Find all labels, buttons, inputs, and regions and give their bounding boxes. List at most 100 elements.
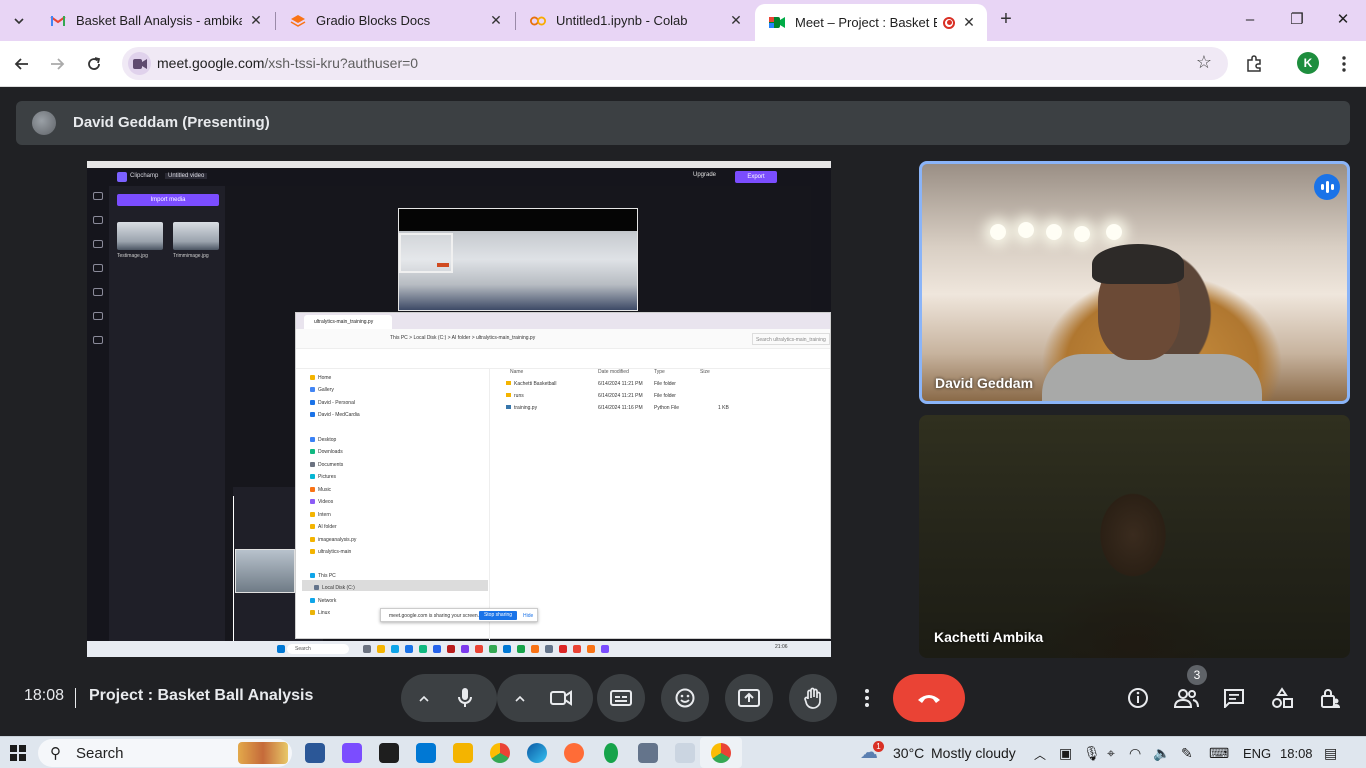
host-controls-button[interactable] — [1315, 683, 1345, 713]
reactions-button[interactable] — [661, 674, 709, 722]
explorer-tabs: ultralytics-main_training.py — [296, 313, 830, 329]
bookmark-star-icon[interactable]: ☆ — [1196, 52, 1212, 73]
close-icon[interactable]: ✕ — [728, 12, 744, 29]
edge-icon[interactable] — [527, 743, 547, 763]
language-indicator[interactable]: ENG — [1243, 746, 1271, 761]
back-button[interactable] — [9, 51, 35, 77]
close-icon[interactable]: ✕ — [248, 12, 264, 29]
address-bar[interactable]: meet.google.com/xsh-tssi-kru?authuser=0 … — [122, 47, 1228, 80]
nav-item: imageanalysis.py — [310, 537, 356, 543]
forward-button[interactable] — [44, 51, 70, 77]
chat-icon — [1224, 689, 1244, 708]
participant-count-badge: 3 — [1187, 665, 1207, 685]
clipchamp-project-name: Untitled video — [165, 173, 208, 179]
window-titlebar — [87, 161, 831, 168]
shared-taskbar-search: Search — [287, 644, 349, 654]
new-tab-button[interactable]: + — [994, 8, 1018, 32]
more-options-button[interactable] — [843, 674, 891, 722]
captions-button[interactable] — [597, 674, 645, 722]
close-window-button[interactable]: ✕ — [1323, 8, 1363, 32]
anaconda-icon[interactable] — [604, 743, 618, 763]
import-media-button: Import media — [117, 194, 219, 206]
present-screen-button[interactable] — [725, 674, 773, 722]
meeting-details-button[interactable] — [1123, 683, 1153, 713]
file-row-type: File folder — [654, 393, 676, 399]
activities-icon — [1272, 687, 1293, 708]
participant-body — [1042, 354, 1262, 401]
browser-toolbar: meet.google.com/xsh-tssi-kru?authuser=0 … — [0, 41, 1366, 87]
chrome-icon[interactable] — [711, 743, 731, 763]
terminal-icon[interactable] — [379, 743, 399, 763]
profile-avatar[interactable]: K — [1297, 52, 1319, 74]
puzzle-icon — [1247, 55, 1261, 72]
tab-meet[interactable]: Meet – Project : Basket Ball ✕ — [755, 4, 987, 41]
clipchamp-sidebar — [87, 186, 109, 646]
nav-item: Intern — [310, 512, 331, 518]
tray-chevron-up-icon[interactable]: ︿ — [1034, 746, 1046, 763]
notepad-icon[interactable] — [675, 743, 695, 763]
gallery-icon[interactable] — [638, 743, 658, 763]
column-header: Size — [700, 369, 710, 375]
taskbar-clock[interactable]: 18:08 — [1280, 746, 1313, 761]
restore-button[interactable]: ❐ — [1277, 8, 1317, 32]
tray-meet-icon[interactable]: ▣ — [1059, 745, 1072, 762]
participant-tile-kachetti[interactable]: Kachetti Ambika — [919, 415, 1350, 658]
microphone-icon[interactable]: 🎙 — [1083, 745, 1101, 762]
file-explorer-icon[interactable] — [453, 743, 473, 763]
tab-colab[interactable]: Untitled1.ipynb - Colab ✕ — [516, 4, 754, 37]
location-icon[interactable]: ⌖ — [1107, 745, 1115, 762]
windows-start-icon[interactable] — [10, 745, 26, 761]
speaking-indicator-icon — [1314, 174, 1340, 200]
close-icon[interactable]: ✕ — [488, 12, 504, 29]
file-row-date: 6/14/2024 11:21 PM — [598, 393, 643, 399]
minimize-button[interactable]: – — [1230, 8, 1270, 32]
extensions-button[interactable] — [1241, 51, 1267, 77]
keyboard-icon[interactable]: ⌨ — [1209, 745, 1229, 762]
nav-item: Desktop — [310, 437, 336, 443]
end-call-button[interactable] — [893, 674, 965, 722]
raise-hand-button[interactable] — [789, 674, 837, 722]
vscode-icon[interactable] — [416, 743, 436, 763]
ceiling-light — [1018, 222, 1034, 238]
nav-item: Network — [310, 598, 336, 604]
ceiling-light — [1046, 224, 1062, 240]
chat-button[interactable] — [1219, 683, 1249, 713]
present-screen-icon — [738, 689, 760, 707]
volume-icon[interactable]: 🔈 — [1153, 745, 1170, 762]
reload-button[interactable] — [81, 51, 107, 77]
participant-tile-david[interactable]: David Geddam — [919, 161, 1350, 404]
taskbar-search-label: Search — [76, 745, 124, 762]
postman-icon[interactable] — [564, 743, 584, 763]
timeline-clip — [235, 549, 295, 593]
weather-temp[interactable]: 30°C — [893, 745, 924, 761]
chrome-icon[interactable] — [490, 743, 510, 763]
close-icon[interactable]: ✕ — [961, 14, 977, 31]
activities-button[interactable] — [1267, 683, 1297, 713]
audio-options-button[interactable] — [412, 686, 436, 710]
tab-search-button[interactable] — [6, 8, 32, 34]
shared-screen[interactable]: Clipchamp Untitled video Upgrade Export … — [87, 161, 831, 657]
camera-button[interactable] — [537, 674, 585, 722]
notifications-icon[interactable]: ▤ — [1324, 745, 1337, 762]
tab-gmail[interactable]: Basket Ball Analysis - ambika93 ✕ — [36, 4, 274, 37]
pen-icon[interactable]: ✎ — [1181, 745, 1193, 762]
nav-item: Home — [310, 375, 331, 381]
wifi-icon[interactable]: ◠ — [1129, 745, 1141, 762]
site-info-icon[interactable] — [128, 52, 151, 75]
clipchamp-media-panel: Import media Testimage.jpg Trimmimage.jp… — [109, 186, 225, 646]
chevron-up-icon — [419, 695, 429, 702]
video-options-button[interactable] — [508, 686, 532, 710]
snipping-tool-icon[interactable] — [305, 743, 325, 763]
people-button[interactable] — [1171, 683, 1201, 713]
explorer-command-bar — [296, 349, 830, 369]
ceiling-light — [990, 224, 1006, 240]
clipchamp-icon[interactable] — [342, 743, 362, 763]
taskbar-search[interactable]: ⚲ Search — [38, 739, 292, 767]
media-thumbnail — [173, 222, 219, 250]
browser-menu-button[interactable] — [1331, 51, 1357, 77]
tab-gradio[interactable]: Gradio Blocks Docs ✕ — [276, 4, 514, 37]
microphone-button[interactable] — [441, 674, 489, 722]
weather-desc[interactable]: Mostly cloudy — [931, 745, 1016, 761]
file-row-size: 1 KB — [718, 405, 729, 411]
file-explorer-window: ultralytics-main_training.py This PC > L… — [295, 312, 831, 640]
